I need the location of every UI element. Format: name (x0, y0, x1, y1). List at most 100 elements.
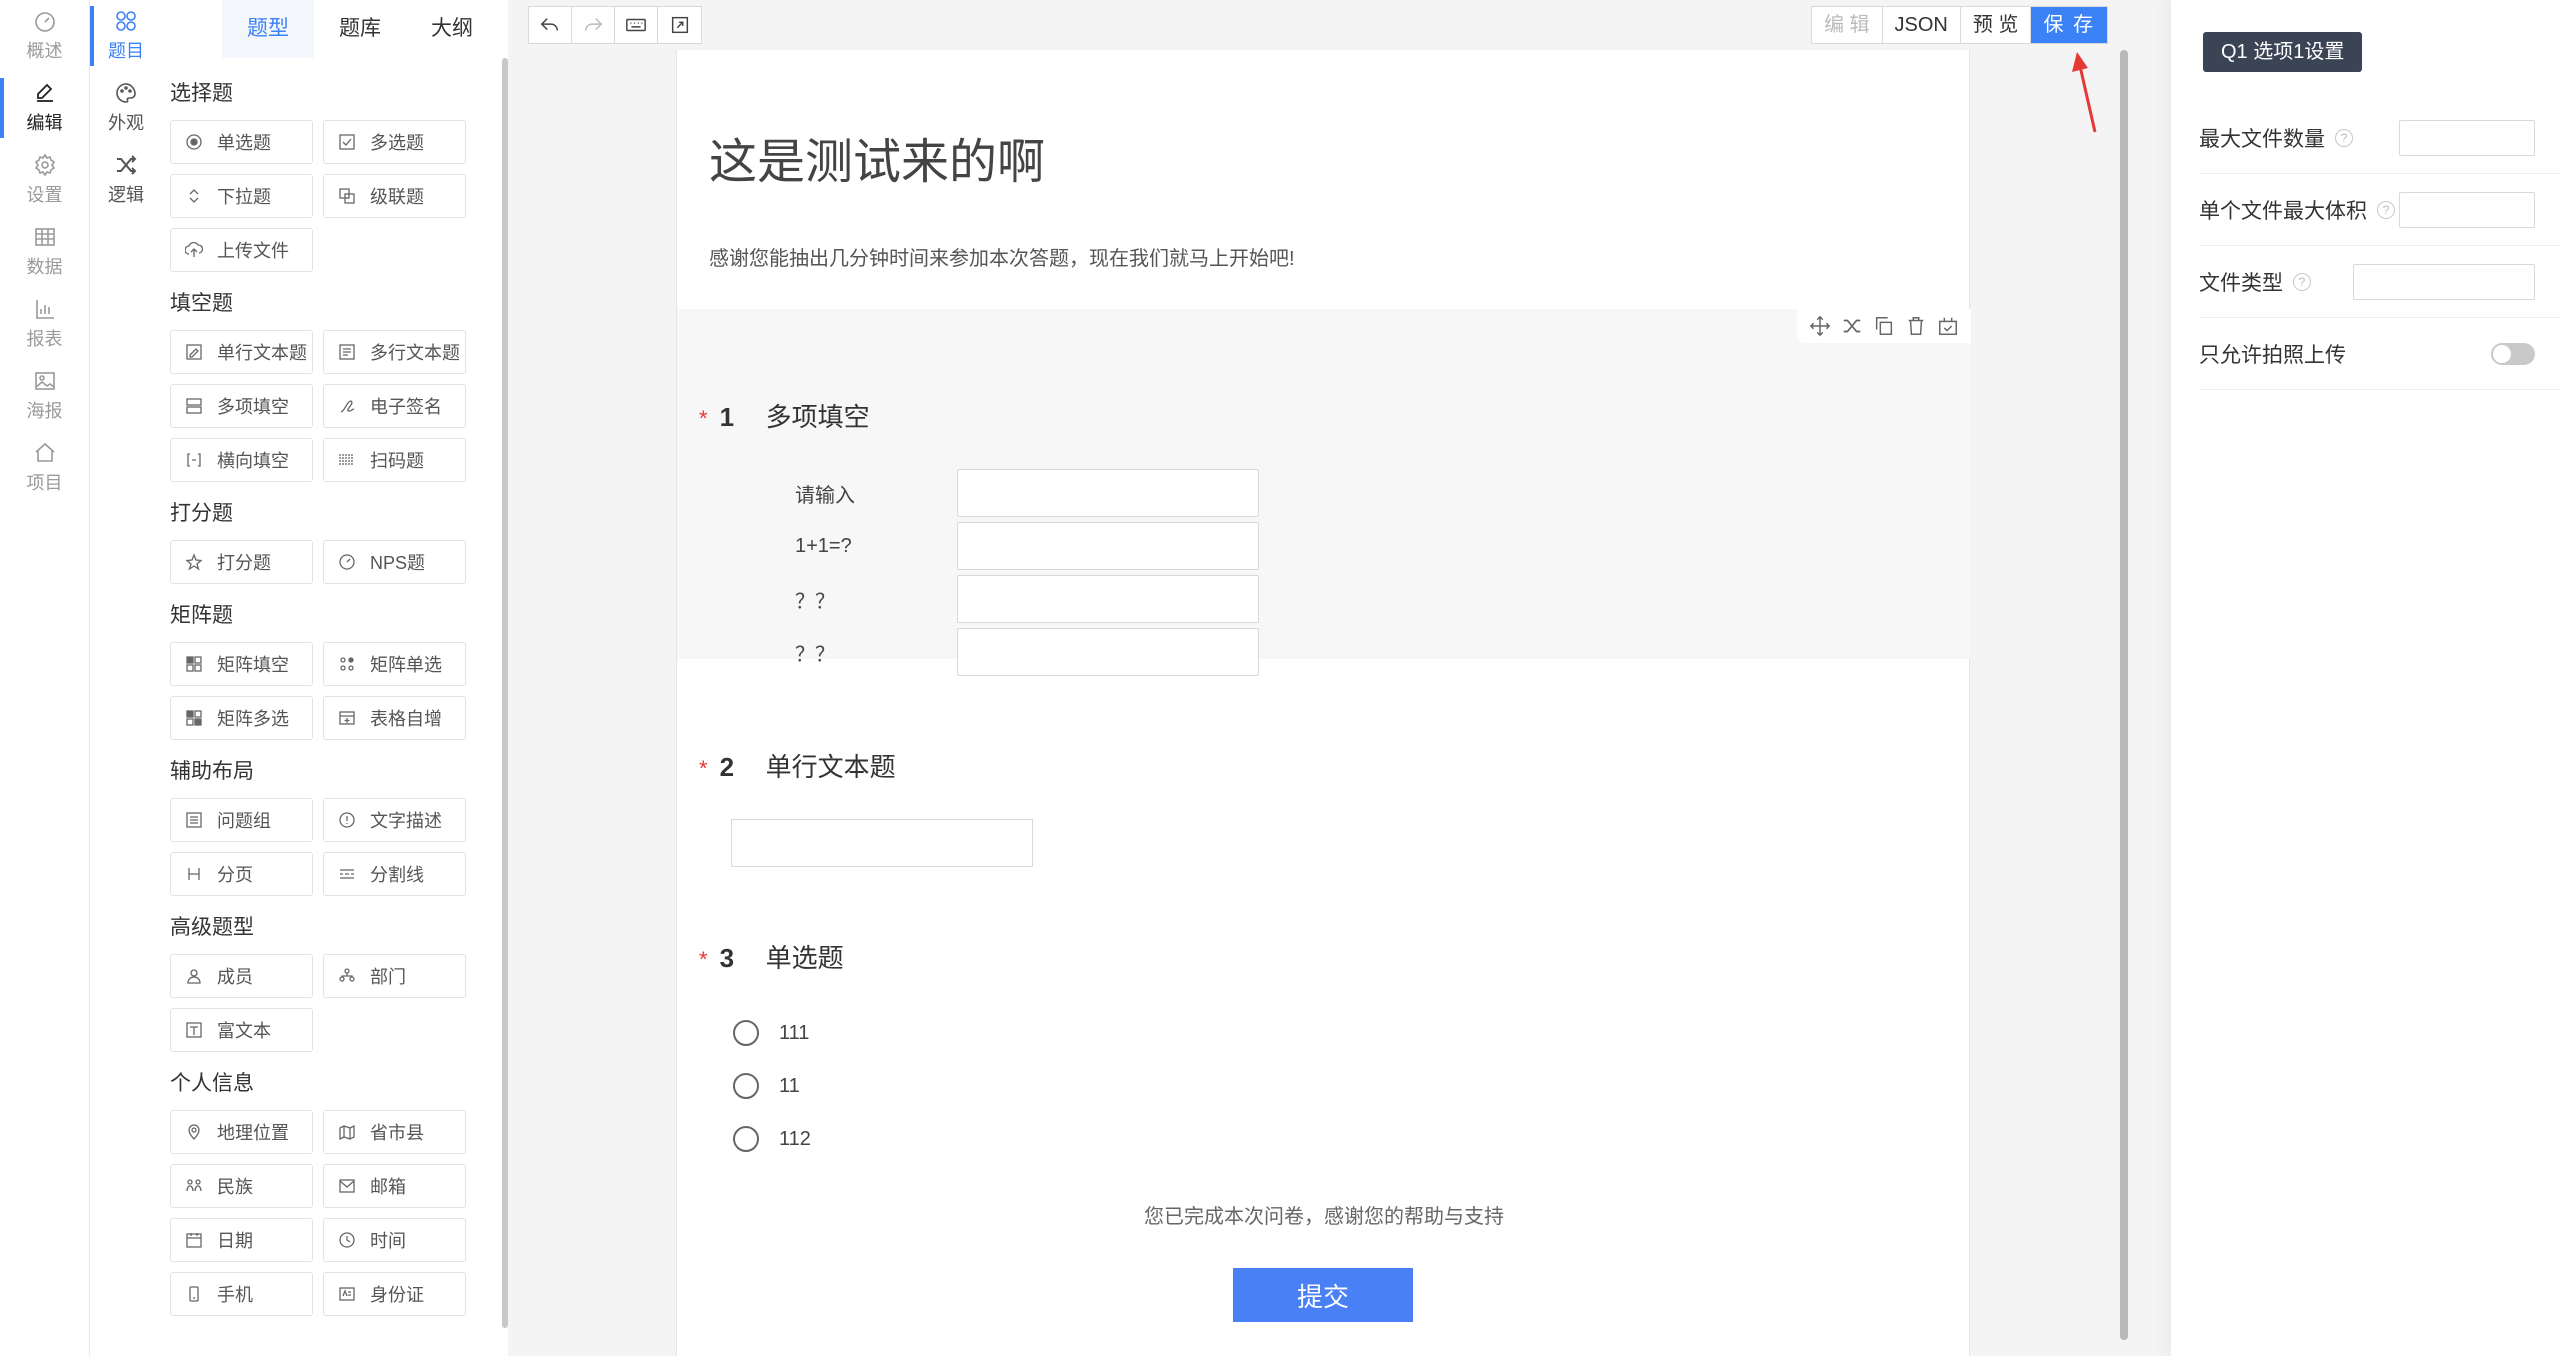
palette-widget[interactable]: 问题组 (170, 798, 313, 842)
survey-title[interactable]: 这是测试来的啊 (709, 122, 1045, 192)
json-button[interactable]: JSON (1883, 7, 1961, 43)
undo-button[interactable] (529, 7, 572, 43)
preview-button[interactable]: 预 览 (1961, 7, 2032, 43)
palette-widget[interactable]: 单选题 (170, 120, 313, 164)
palette-widget[interactable]: 分割线 (323, 852, 466, 896)
radio-option[interactable]: 111 (733, 1020, 809, 1046)
palette-widget[interactable]: 富文本 (170, 1008, 313, 1052)
question-2[interactable]: * 2 单行文本题 (677, 659, 1971, 867)
required-mark: * (699, 947, 708, 972)
move-icon[interactable] (1809, 315, 1831, 337)
redo-button[interactable] (572, 7, 615, 43)
palette-widget[interactable]: 民族 (170, 1164, 313, 1208)
widget-icon (338, 1123, 356, 1141)
nav-item-poster[interactable]: 海报 (0, 360, 89, 432)
max-files-input[interactable] (2399, 119, 2535, 156)
palette-group-grid: 打分题 NPS题 (170, 540, 508, 584)
canvas-scrollbar[interactable] (2120, 50, 2128, 1340)
palette-widget[interactable]: 横向填空 (170, 438, 313, 482)
radio-circle[interactable] (733, 1020, 759, 1046)
max-file-size-input[interactable] (2399, 191, 2535, 228)
tab-outline[interactable]: 大纲 (406, 0, 498, 58)
photo-only-toggle[interactable] (2491, 342, 2535, 365)
palette-widget[interactable]: 多项填空 (170, 384, 313, 428)
widget-icon (185, 241, 203, 259)
radio-option[interactable]: 11 (733, 1073, 800, 1099)
tab-question-bank[interactable]: 题库 (314, 0, 406, 58)
finish-text[interactable]: 您已完成本次问卷，感谢您的帮助与支持 (677, 1200, 1971, 1229)
setting-file-type: 文件类型 ? (2199, 246, 2559, 318)
shuffle-icon[interactable] (1841, 315, 1863, 337)
submit-button[interactable]: 提交 (1233, 1268, 1413, 1322)
nav-item-settings[interactable]: 设置 (0, 144, 89, 216)
fill-input[interactable] (957, 575, 1259, 623)
palette-widget[interactable]: 电子签名 (323, 384, 466, 428)
help-icon[interactable]: ? (2377, 200, 2395, 219)
subnav-item-questions[interactable]: 题目 (90, 0, 162, 72)
trash-icon[interactable] (1905, 315, 1927, 337)
survey-description[interactable]: 感谢您能抽出几分钟时间来参加本次答题，现在我们就马上开始吧! (709, 242, 1295, 271)
widget-icon (185, 397, 203, 415)
palette-widget[interactable]: 部门 (323, 954, 466, 998)
palette-widget[interactable]: NPS题 (323, 540, 466, 584)
palette-widget[interactable]: 级联题 (323, 174, 466, 218)
palette-widget[interactable]: 打分题 (170, 540, 313, 584)
widget-icon (338, 709, 356, 727)
palette-group-grid: 成员 部门 富文本 (170, 954, 508, 1052)
palette-widget[interactable]: 上传文件 (170, 228, 313, 272)
copy-icon[interactable] (1873, 315, 1895, 337)
palette-widget[interactable]: 矩阵填空 (170, 642, 313, 686)
palette-widget[interactable]: 身份证 (323, 1272, 466, 1316)
question-title[interactable]: 单行文本题 (766, 747, 896, 784)
palette-widget[interactable]: 分页 (170, 852, 313, 896)
file-type-select[interactable] (2353, 263, 2535, 300)
palette-widget[interactable]: 成员 (170, 954, 313, 998)
export-button[interactable] (658, 7, 701, 43)
palette-widget[interactable]: 下拉题 (170, 174, 313, 218)
palette-widget[interactable]: 手机 (170, 1272, 313, 1316)
setting-label-text: 只允许拍照上传 (2199, 343, 2346, 367)
palette-widget[interactable]: 表格自增 (323, 696, 466, 740)
nav-item-edit[interactable]: 编辑 (0, 72, 89, 144)
widget-label: 民族 (217, 1177, 253, 1197)
fill-input[interactable] (957, 469, 1259, 517)
palette-widget[interactable]: 时间 (323, 1218, 466, 1262)
question-3[interactable]: * 3 单选题 111 11 112 (677, 849, 1971, 1169)
palette-widget[interactable]: 矩阵单选 (323, 642, 466, 686)
help-icon[interactable]: ? (2293, 272, 2311, 291)
edit-button[interactable]: 编 辑 (1812, 7, 1883, 43)
question-1[interactable]: * 1 多项填空 请输入 1+1=? ？？ ？？ (677, 309, 1971, 676)
palette-widget[interactable]: 单行文本题 (170, 330, 313, 374)
palette-widget[interactable]: 地理位置 (170, 1110, 313, 1154)
history-toolbar (528, 6, 702, 44)
nav-item-overview[interactable]: 概述 (0, 0, 89, 72)
palette-widget[interactable]: 文字描述 (323, 798, 466, 842)
radio-option[interactable]: 112 (733, 1126, 811, 1152)
palette-widget[interactable]: 多行文本题 (323, 330, 466, 374)
keyboard-button[interactable] (615, 7, 658, 43)
fill-input[interactable] (957, 522, 1259, 570)
nav-item-data[interactable]: 数据 (0, 216, 89, 288)
subnav-item-logic[interactable]: 逻辑 (90, 144, 162, 216)
palette-widget[interactable]: 矩阵多选 (170, 696, 313, 740)
help-icon[interactable]: ? (2335, 128, 2353, 147)
palette-group-title: 填空题 (170, 292, 233, 315)
grid-icon (116, 11, 136, 31)
radio-circle[interactable] (733, 1073, 759, 1099)
question-title[interactable]: 单选题 (766, 938, 844, 975)
save-button[interactable]: 保 存 (2031, 7, 2107, 43)
question-title[interactable]: 多项填空 (766, 397, 870, 434)
required-mark: * (699, 406, 708, 431)
nav-item-project[interactable]: 项目 (0, 432, 89, 504)
nav-label: 编辑 (26, 113, 63, 133)
palette-widget[interactable]: 扫码题 (323, 438, 466, 482)
palette-widget[interactable]: 多选题 (323, 120, 466, 164)
nav-item-report[interactable]: 报表 (0, 288, 89, 360)
palette-widget[interactable]: 省市县 (323, 1110, 466, 1154)
tab-question-types[interactable]: 题型 (222, 0, 314, 58)
palette-widget[interactable]: 邮箱 (323, 1164, 466, 1208)
palette-widget[interactable]: 日期 (170, 1218, 313, 1262)
subnav-item-appearance[interactable]: 外观 (90, 72, 162, 144)
radio-circle[interactable] (733, 1126, 759, 1152)
save-to-bank-icon[interactable] (1937, 315, 1959, 337)
